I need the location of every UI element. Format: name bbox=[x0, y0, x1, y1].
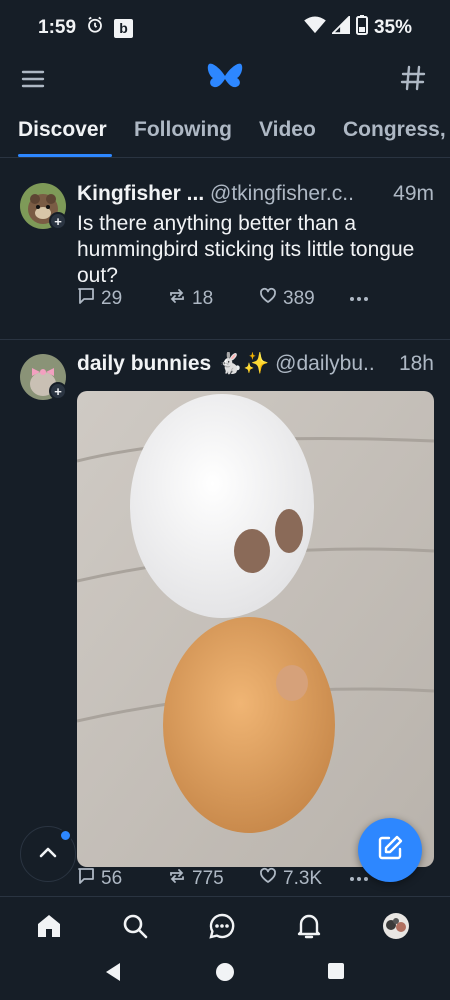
author-name[interactable]: Kingfisher ... bbox=[77, 182, 204, 205]
heart-icon bbox=[259, 867, 277, 891]
reply-icon bbox=[77, 867, 95, 891]
signal-icon bbox=[330, 14, 350, 40]
hash-icon[interactable] bbox=[400, 64, 426, 92]
more-options-icon[interactable] bbox=[349, 296, 369, 302]
repost-button[interactable]: 18 bbox=[168, 287, 213, 311]
author-name[interactable]: daily bunnies 🐇✨ bbox=[77, 352, 269, 375]
reply-button[interactable]: 56 bbox=[77, 867, 122, 891]
author-handle[interactable]: @tkingfisher.c.. bbox=[210, 182, 354, 205]
profile-avatar[interactable] bbox=[381, 911, 411, 941]
heart-icon bbox=[259, 287, 277, 311]
system-navigation-bar bbox=[0, 946, 450, 1000]
tab-following[interactable]: Following bbox=[134, 118, 232, 142]
butterfly-logo-icon[interactable] bbox=[207, 62, 243, 94]
reply-count: 29 bbox=[101, 288, 123, 309]
home-circle-icon[interactable] bbox=[215, 962, 235, 987]
reply-button[interactable]: 29 bbox=[77, 287, 122, 311]
status-time: 1:59 bbox=[38, 17, 77, 38]
home-icon[interactable] bbox=[34, 911, 64, 941]
compose-post-button[interactable] bbox=[358, 818, 422, 882]
alarm-icon bbox=[86, 16, 104, 40]
notification-badge-icon: b bbox=[114, 18, 134, 38]
post-text: Is there anything better than a hummingb… bbox=[77, 212, 415, 287]
repost-count: 775 bbox=[192, 868, 224, 889]
feed-post[interactable]: + Kingfisher ... @tkingfisher.c.. 49m Is… bbox=[0, 170, 450, 340]
chat-icon[interactable] bbox=[207, 911, 237, 941]
repost-count: 18 bbox=[192, 288, 214, 309]
post-header: Kingfisher ... @tkingfisher.c.. 49m bbox=[77, 182, 434, 206]
author-handle[interactable]: @dailybu.. bbox=[275, 352, 375, 375]
tab-congress[interactable]: Congress, bbox=[343, 118, 446, 142]
back-icon[interactable] bbox=[104, 962, 122, 987]
post-time: 18h bbox=[396, 352, 434, 376]
reply-count: 56 bbox=[101, 868, 123, 889]
tab-video[interactable]: Video bbox=[259, 118, 316, 142]
feed-tabs: Discover Following Video Congress, bbox=[0, 110, 450, 158]
battery-icon bbox=[355, 15, 368, 41]
tab-discover[interactable]: Discover bbox=[18, 118, 107, 142]
compose-icon bbox=[376, 834, 404, 867]
post-time: 49m bbox=[391, 182, 434, 206]
repost-icon bbox=[168, 867, 186, 891]
like-count: 389 bbox=[283, 288, 315, 309]
follow-plus-icon[interactable]: + bbox=[49, 382, 67, 400]
post-image[interactable] bbox=[77, 391, 434, 867]
new-posts-indicator bbox=[59, 829, 72, 842]
follow-plus-icon[interactable]: + bbox=[49, 212, 67, 230]
search-icon[interactable] bbox=[120, 911, 150, 941]
status-bar: 1:59 b 35% bbox=[0, 0, 450, 56]
top-bar bbox=[0, 56, 450, 102]
repost-icon bbox=[168, 287, 186, 311]
chevron-up-icon bbox=[38, 845, 58, 864]
wifi-icon bbox=[304, 16, 326, 40]
reply-icon bbox=[77, 287, 95, 311]
bell-icon[interactable] bbox=[294, 911, 324, 941]
recents-icon[interactable] bbox=[327, 962, 345, 985]
like-button[interactable]: 389 bbox=[259, 287, 315, 311]
more-options-icon[interactable] bbox=[349, 876, 369, 882]
like-button[interactable]: 7.3K bbox=[259, 867, 322, 891]
post-header: daily bunnies 🐇✨ @dailybu.. 18h bbox=[77, 352, 434, 376]
battery-percentage: 35% bbox=[373, 17, 412, 38]
repost-button[interactable]: 775 bbox=[168, 867, 224, 891]
menu-icon[interactable] bbox=[20, 66, 46, 92]
like-count: 7.3K bbox=[283, 868, 323, 889]
active-tab-indicator bbox=[18, 154, 112, 157]
